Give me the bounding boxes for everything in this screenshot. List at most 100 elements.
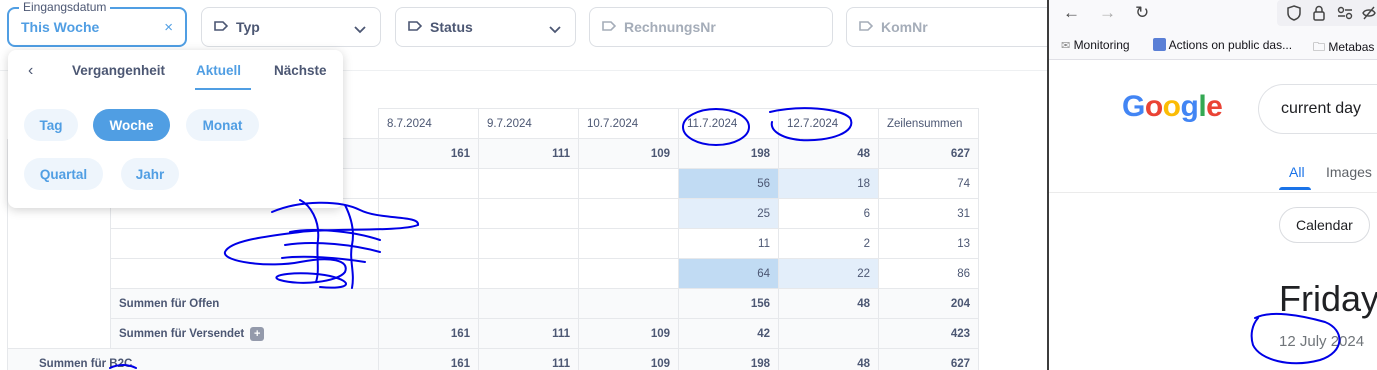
browser-toolbar: ← → ↻ bbox=[1049, 0, 1377, 32]
forward-icon[interactable]: → bbox=[1099, 3, 1116, 23]
result-date: 12 July 2024 bbox=[1279, 333, 1365, 350]
table-cell: 6 bbox=[778, 198, 879, 229]
mail-icon: ✉ bbox=[1061, 40, 1071, 52]
chip-calendar[interactable]: Calendar bbox=[1279, 207, 1370, 243]
table-cell: 111 bbox=[478, 138, 579, 169]
table-cell: 13 bbox=[878, 228, 979, 259]
tag-icon bbox=[859, 19, 874, 35]
table-cell: 111 bbox=[478, 348, 579, 370]
google-logo[interactable]: Google bbox=[1122, 90, 1223, 124]
option-quartal[interactable]: Quartal bbox=[24, 158, 103, 190]
search-query: current day bbox=[1281, 100, 1362, 117]
table-cell: 48 bbox=[778, 348, 879, 370]
table-cell bbox=[778, 318, 879, 349]
browser-window: ← → ↻ ✉ Monitoring Actions on public das… bbox=[1047, 0, 1377, 370]
table-cell bbox=[578, 258, 679, 289]
table-cell bbox=[578, 198, 679, 229]
table-cell: 74 bbox=[878, 168, 979, 199]
eingangsdatum-filter[interactable]: Eingangsdatum This Woche × bbox=[7, 0, 187, 47]
subtotal-row: Summen für Versendet + 161 111 109 42 423 bbox=[7, 318, 979, 349]
tag-icon bbox=[214, 19, 229, 35]
table-cell bbox=[478, 288, 579, 319]
table-cell bbox=[378, 168, 479, 199]
tab-aktuell[interactable]: Aktuell bbox=[196, 63, 241, 78]
table-cell: 627 bbox=[878, 138, 979, 169]
bookmark-monitoring[interactable]: ✉ Monitoring bbox=[1061, 38, 1130, 52]
permissions-icon[interactable] bbox=[1337, 6, 1353, 25]
typ-filter[interactable]: Typ bbox=[201, 7, 381, 47]
shield-icon[interactable] bbox=[1287, 5, 1301, 26]
table-cell: 86 bbox=[878, 258, 979, 289]
option-woche[interactable]: Woche bbox=[93, 109, 170, 141]
rechnungsnr-filter[interactable]: RechnungsNr bbox=[589, 7, 833, 47]
option-monat[interactable]: Monat bbox=[186, 109, 259, 141]
table-cell: 56 bbox=[678, 168, 779, 199]
filter-placeholder: RechnungsNr bbox=[624, 19, 716, 35]
table-cell: 22 bbox=[778, 258, 879, 289]
bookmark-metabase[interactable]: 🗀 Metabas bbox=[1313, 38, 1374, 59]
table-cell bbox=[378, 198, 479, 229]
back-icon[interactable]: ← bbox=[1063, 3, 1080, 23]
tracking-protection-icon[interactable] bbox=[1361, 5, 1377, 26]
table-cell: 161 bbox=[378, 138, 479, 169]
active-tab-indicator bbox=[1279, 187, 1311, 190]
table-cell: 161 bbox=[378, 348, 479, 370]
table-cell bbox=[478, 258, 579, 289]
tab-images[interactable]: Images bbox=[1326, 164, 1372, 180]
table-cell: 64 bbox=[678, 258, 779, 289]
table-row: 11 2 13 bbox=[7, 228, 979, 259]
tab-naechste[interactable]: Nächste bbox=[274, 63, 327, 78]
table-cell: 423 bbox=[878, 318, 979, 349]
option-tag[interactable]: Tag bbox=[24, 109, 78, 141]
expand-button[interactable]: + bbox=[250, 326, 265, 341]
metabase-dashboard: Eingangsdatum This Woche × Typ Status Re… bbox=[0, 0, 1047, 370]
chevron-left-icon[interactable]: ‹ bbox=[28, 62, 33, 80]
search-input[interactable]: current day bbox=[1258, 84, 1377, 134]
table-cell: 25 bbox=[678, 198, 779, 229]
status-filter[interactable]: Status bbox=[395, 7, 576, 47]
table-cell bbox=[378, 288, 479, 319]
table-cell: 2 bbox=[778, 228, 879, 259]
tab-all[interactable]: All bbox=[1289, 164, 1305, 180]
table-cell bbox=[378, 258, 479, 289]
table-cell: 161 bbox=[378, 318, 479, 349]
column-header[interactable]: 10.7.2024 bbox=[578, 108, 679, 139]
table-cell: 111 bbox=[478, 318, 579, 349]
filter-value: This Woche bbox=[21, 19, 100, 35]
row-label-cell: Summen für Versendet + bbox=[110, 318, 379, 349]
table-cell: 109 bbox=[578, 318, 679, 349]
table-cell bbox=[478, 168, 579, 199]
table-cell bbox=[578, 288, 679, 319]
tag-icon bbox=[408, 19, 423, 35]
table-cell: 109 bbox=[578, 348, 679, 370]
active-tab-indicator bbox=[195, 88, 251, 90]
table-cell bbox=[478, 198, 579, 229]
lock-icon[interactable] bbox=[1313, 5, 1325, 26]
table-cell: 48 bbox=[778, 288, 879, 319]
table-cell: 109 bbox=[578, 138, 679, 169]
reload-icon[interactable]: ↻ bbox=[1135, 3, 1149, 23]
bookmarks-bar: ✉ Monitoring Actions on public das... 🗀 … bbox=[1049, 32, 1377, 60]
column-header[interactable]: 11.7.2024 bbox=[678, 108, 779, 139]
clear-icon[interactable]: × bbox=[164, 19, 173, 36]
table-cell bbox=[478, 228, 579, 259]
column-header[interactable]: 12.7.2024 bbox=[778, 108, 879, 139]
table-cell: 48 bbox=[778, 138, 879, 169]
chevron-down-icon bbox=[354, 21, 366, 37]
column-header[interactable]: 8.7.2024 bbox=[378, 108, 479, 139]
date-picker-popover: ‹ Vergangenheit Aktuell Nächste Tag Woch… bbox=[8, 50, 343, 208]
filter-label: Status bbox=[430, 19, 473, 35]
table-cell: 198 bbox=[678, 138, 779, 169]
tab-vergangenheit[interactable]: Vergangenheit bbox=[72, 63, 165, 78]
option-jahr[interactable]: Jahr bbox=[121, 158, 179, 190]
table-cell: 204 bbox=[878, 288, 979, 319]
column-header[interactable]: Zeilensummen bbox=[878, 108, 979, 139]
komnr-filter[interactable]: KomNr bbox=[846, 7, 1047, 47]
bookmark-actions[interactable]: Actions on public das... bbox=[1153, 38, 1292, 52]
subtotal-row: Summen für B2C 161 111 109 198 48 627 bbox=[7, 348, 979, 370]
row-label: Summen für Offen bbox=[110, 288, 379, 319]
folder-icon: 🗀 bbox=[1313, 40, 1326, 54]
column-header[interactable]: 9.7.2024 bbox=[478, 108, 579, 139]
table-cell: 198 bbox=[678, 348, 779, 370]
table-cell: 627 bbox=[878, 348, 979, 370]
